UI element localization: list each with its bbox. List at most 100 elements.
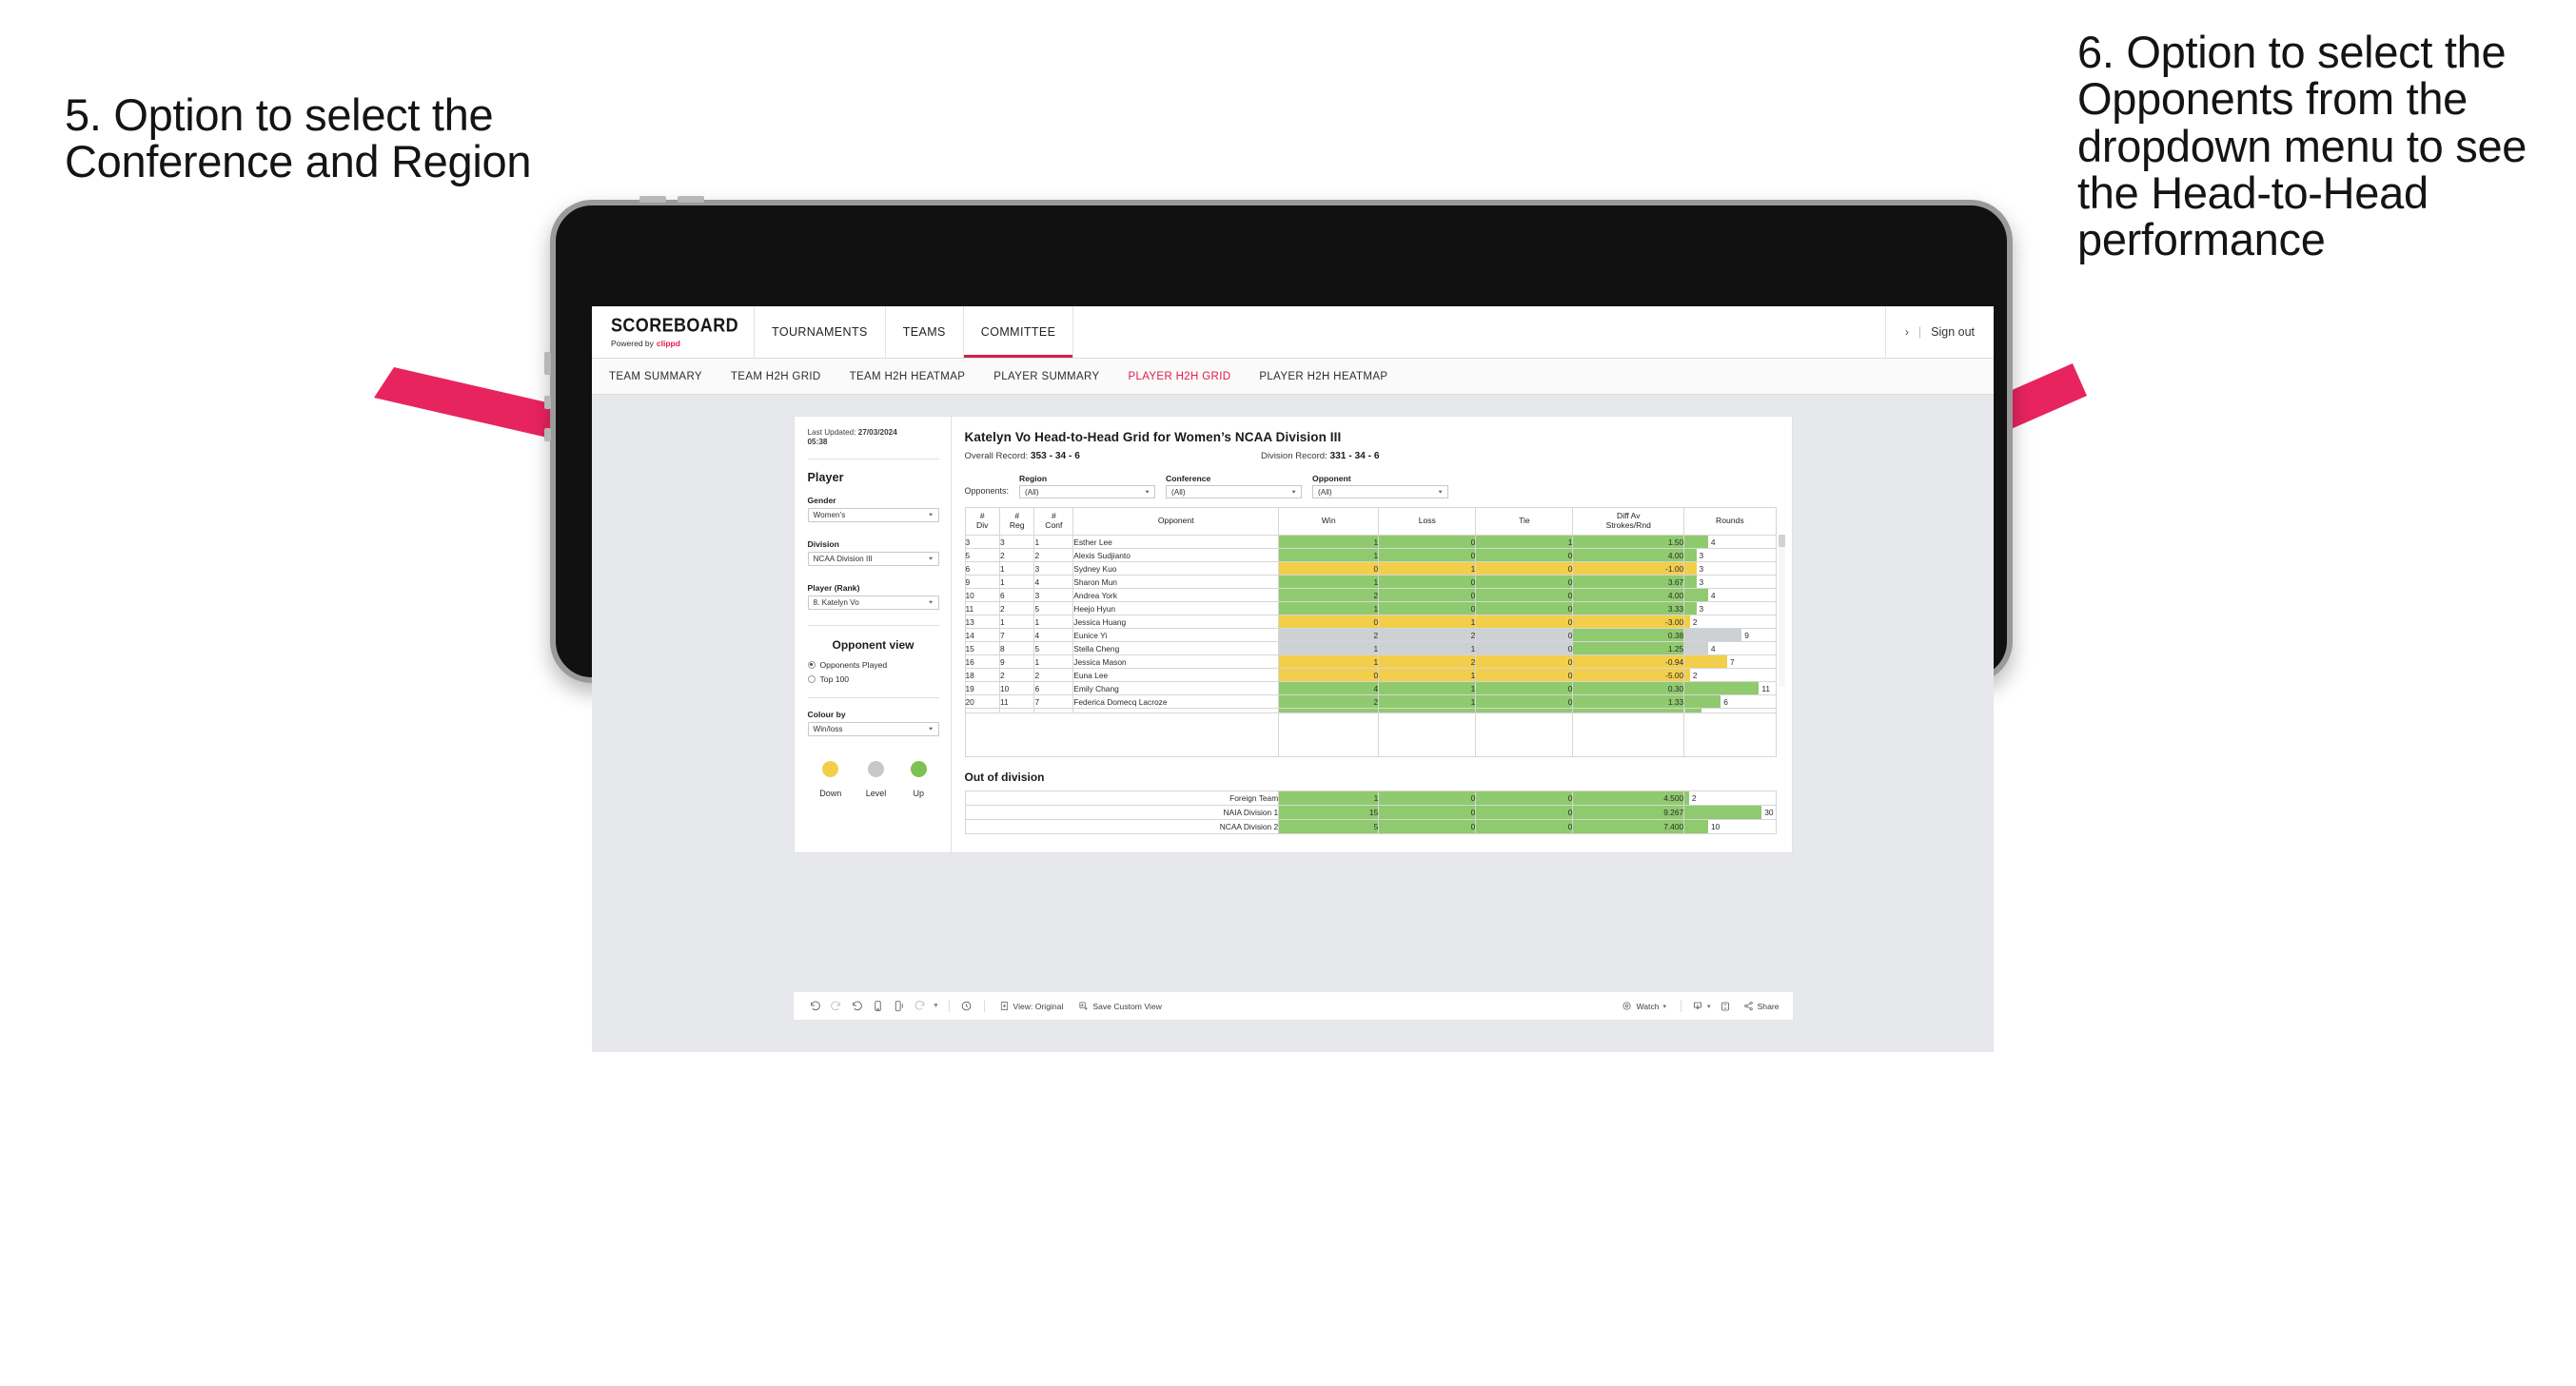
cell-loss: 0 — [1378, 601, 1477, 615]
table-row[interactable]: 6 1 3 Sydney Kuo 0 1 0 -1.00 3 — [964, 561, 1777, 576]
pause-auto-updates-icon[interactable] — [889, 996, 910, 1017]
nav-item-committee[interactable]: COMMITTEE — [963, 306, 1074, 358]
subnav-item-team-h2h-heatmap[interactable]: TEAM H2H HEATMAP — [850, 371, 981, 382]
redo-icon[interactable] — [826, 996, 847, 1017]
cell-opponent: Federica Domecq Lacroze — [1072, 694, 1280, 709]
opponent-view-title: Opponent view — [832, 637, 914, 652]
cell-opponent: Jessica Mason — [1072, 654, 1280, 669]
grid-col-header-4[interactable]: Win — [1278, 507, 1380, 536]
chevron-right-icon[interactable]: › — [1905, 325, 1909, 339]
rounds-bar — [1684, 549, 1697, 561]
grid-col-header-8[interactable]: Rounds — [1683, 507, 1777, 536]
rounds-bar — [1684, 589, 1708, 601]
subnav-item-player-summary[interactable]: PLAYER SUMMARY — [993, 371, 1114, 382]
table-scrollbar[interactable] — [1778, 535, 1785, 687]
grid-col-header-1[interactable]: # Reg — [998, 507, 1035, 536]
view-original-button[interactable]: View: Original — [992, 1001, 1072, 1011]
cell-conf: 2 — [1033, 548, 1074, 562]
cell-reg: 6 — [998, 588, 1035, 602]
subnav-item-team-h2h-grid[interactable]: TEAM H2H GRID — [731, 371, 836, 382]
table-row[interactable]: 20 11 7 Federica Domecq Lacroze 2 1 0 1.33 6 — [964, 694, 1777, 709]
cell-tie: 0 — [1475, 615, 1574, 629]
legend-label-down: Down — [819, 788, 842, 798]
table-row[interactable]: 3 3 1 Esther Lee 1 0 1 1.50 4 — [964, 535, 1777, 549]
grid-col-header-3[interactable]: Opponent — [1072, 507, 1280, 536]
table-row[interactable]: 11 2 5 Heejo Hyun 1 0 0 3.33 3 — [964, 601, 1777, 615]
table-row[interactable]: 9 1 4 Sharon Mun 1 0 0 3.67 3 — [964, 575, 1777, 589]
redo-dropdown-caret-icon[interactable]: ▼ — [931, 996, 942, 1017]
cell-diff: -3.00 — [1572, 615, 1685, 629]
rounds-bar — [1684, 576, 1697, 588]
rounds-value: 2 — [1692, 670, 1698, 680]
share-button[interactable]: Share — [1736, 1001, 1781, 1011]
table-row[interactable]: 5 2 2 Alexis Sudjianto 1 0 0 4.00 3 — [964, 548, 1777, 562]
cell-diff: 4.00 — [1572, 548, 1685, 562]
grid-col-header-2[interactable]: # Conf — [1033, 507, 1074, 536]
table-row[interactable]: Foreign Team 1 0 0 4.500 2 — [964, 791, 1777, 806]
filter-colour-by: Colour by Win/loss ▼ — [807, 710, 939, 736]
undo-icon[interactable] — [805, 996, 826, 1017]
cell-diff: 1.25 — [1572, 641, 1685, 655]
h2h-grid-area: # Div # Reg # Conf Opponent Win Loss Tie Diff Av St… — [964, 507, 1785, 757]
table-row[interactable]: 10 6 3 Andrea York 2 0 0 4.00 4 — [964, 588, 1777, 602]
region-select[interactable]: (All) ▼ — [1019, 485, 1156, 498]
download-caret-icon: ▾ — [1707, 1003, 1711, 1010]
table-row[interactable]: 19 10 6 Emily Chang 4 1 0 0.30 11 — [964, 681, 1777, 695]
watch-button[interactable]: Watch ▾ — [1614, 1001, 1674, 1011]
save-custom-view-label: Save Custom View — [1092, 1001, 1162, 1011]
refresh-data-icon[interactable] — [868, 996, 889, 1017]
grid-col-header-5[interactable]: Loss — [1378, 507, 1477, 536]
pause-icon[interactable] — [956, 996, 977, 1017]
conference-select[interactable]: (All) ▼ — [1166, 485, 1303, 498]
player-rank-select[interactable]: 8. Katelyn Vo ▼ — [807, 595, 939, 610]
cell-opponent: Heejo Hyun — [1072, 601, 1280, 615]
nav-item-tournaments[interactable]: TOURNAMENTS — [755, 306, 886, 358]
table-scrollbar-thumb[interactable] — [1778, 535, 1785, 547]
legend-dot-down-icon — [822, 760, 839, 777]
cell-rounds: 2 — [1683, 615, 1777, 629]
grid-col-header-6[interactable]: Tie — [1475, 507, 1574, 536]
cell-ood-tie: 0 — [1475, 819, 1574, 834]
division-select[interactable]: NCAA Division III ▼ — [807, 551, 939, 566]
colour-by-select[interactable]: Win/loss ▼ — [807, 721, 939, 736]
radio-opponents-played[interactable]: Opponents Played — [807, 660, 939, 670]
rounds-value: 3 — [1699, 576, 1704, 587]
sidebar-divider-3 — [807, 696, 939, 698]
radio-top-100[interactable]: Top 100 — [807, 674, 939, 684]
download-button[interactable]: ▾ — [1688, 1001, 1715, 1012]
table-row[interactable]: 13 1 1 Jessica Huang 0 1 0 -3.00 2 — [964, 615, 1777, 629]
rounds-value: 6 — [1723, 696, 1728, 707]
subnav-item-team-summary[interactable]: TEAM SUMMARY — [609, 371, 718, 382]
tablet-button-top-2 — [678, 196, 704, 203]
chevron-down-icon: ▼ — [927, 512, 934, 517]
nav-item-teams[interactable]: TEAMS — [886, 306, 964, 358]
filter-conference-label: Conference — [1166, 474, 1211, 483]
brand-logo[interactable]: SCOREBOARD Powered by clippd — [592, 306, 756, 358]
revert-icon[interactable] — [847, 996, 868, 1017]
subnav-item-player-h2h-heatmap[interactable]: PLAYER H2H HEATMAP — [1259, 371, 1403, 382]
full-screen-icon[interactable] — [1715, 996, 1736, 1017]
sidebar-divider-2 — [807, 624, 939, 626]
cell-div: 6 — [964, 561, 1000, 576]
table-row[interactable]: 16 9 1 Jessica Mason 1 2 0 -0.94 7 — [964, 654, 1777, 669]
sign-out-link[interactable]: Sign out — [1931, 325, 1975, 339]
save-custom-view-button[interactable]: Save Custom View — [1071, 1001, 1169, 1011]
cell-loss: 1 — [1378, 668, 1477, 682]
cell-rounds: 3 — [1683, 575, 1777, 589]
grid-col-header-0[interactable]: # Div — [964, 507, 1000, 536]
subnav-item-player-h2h-grid[interactable]: PLAYER H2H GRID — [1128, 371, 1246, 382]
table-row[interactable]: NAIA Division 1 15 0 0 9.267 30 — [964, 805, 1777, 820]
rounds-bar — [1684, 820, 1708, 833]
cell-opponent: Jessica Huang — [1072, 615, 1280, 629]
table-row[interactable]: 18 2 2 Euna Lee 0 1 0 -5.00 2 — [964, 668, 1777, 682]
table-row[interactable]: 14 7 4 Eunice Yi 2 2 0 0.38 9 — [964, 628, 1777, 642]
rounds-value: 3 — [1699, 563, 1704, 574]
table-row[interactable]: NCAA Division 2 5 0 0 7.400 10 — [964, 819, 1777, 834]
opponent-select[interactable]: (All) ▼ — [1312, 485, 1449, 498]
table-row[interactable]: 15 8 5 Stella Cheng 1 1 0 1.25 4 — [964, 641, 1777, 655]
grid-col-header-7[interactable]: Diff Av Strokes/Rnd — [1572, 507, 1685, 536]
gender-select[interactable]: Women’s ▼ — [807, 507, 939, 522]
cell-ood-diff: 4.500 — [1572, 791, 1685, 806]
cell-loss: 1 — [1378, 694, 1477, 709]
redo-arrow-icon[interactable] — [910, 996, 931, 1017]
